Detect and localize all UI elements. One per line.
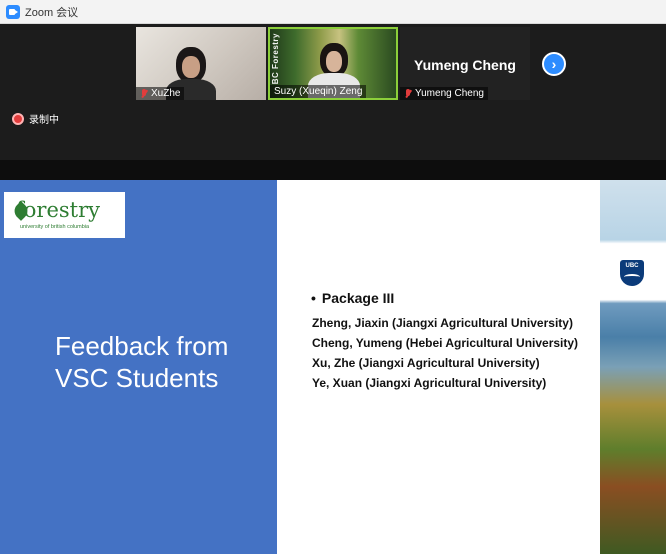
participant-tile-xuzhe[interactable]: XuZhe xyxy=(136,27,266,100)
slide-heading: Feedback from VSC Students xyxy=(55,331,229,393)
bullet-icon: • xyxy=(311,290,316,306)
list-item: Zheng, Jiaxin (Jiangxi Agricultural Univ… xyxy=(312,316,573,330)
virtual-background-text: BC Forestry xyxy=(271,33,280,85)
logo-subtext: university of british columbia xyxy=(20,224,90,230)
forestry-logo: forestry university of british columbia xyxy=(4,192,125,238)
list-item: Cheng, Yumeng (Hebei Agricultural Univer… xyxy=(312,336,579,350)
participant-display-name: Yumeng Cheng xyxy=(414,57,516,73)
chevron-right-icon: › xyxy=(551,56,557,72)
participant-tile-suzy[interactable]: BC Forestry Suzy (Xueqin) Zeng xyxy=(268,27,398,100)
ubc-crest-icon: UBC xyxy=(620,260,644,286)
participant-name-label: XuZhe xyxy=(136,87,185,100)
participant-name-label: Yumeng Cheng xyxy=(400,87,488,100)
slide-content-panel: • Package III Zheng, Jiaxin (Jiangxi Agri… xyxy=(277,180,600,554)
package-title: • Package III xyxy=(311,290,395,306)
participant-name-label: Suzy (Xueqin) Zeng xyxy=(270,85,367,98)
recording-indicator[interactable]: 录制中 xyxy=(12,111,59,126)
slide-left-panel: forestry university of british columbia … xyxy=(0,180,277,554)
window-title: Zoom 会议 xyxy=(25,6,79,19)
strip-divider xyxy=(0,160,666,180)
participant-tile-yumeng[interactable]: Yumeng Cheng Yumeng Cheng xyxy=(400,27,530,100)
record-icon xyxy=(12,112,24,125)
logo-text: forestry xyxy=(16,198,100,222)
list-item: Ye, Xuan (Jiangxi Agricultural Universit… xyxy=(312,376,547,390)
mic-muted-icon xyxy=(404,88,412,99)
recording-label: 录制中 xyxy=(29,115,59,126)
slide-photo-panel: UBC xyxy=(600,180,666,554)
title-bar: Zoom 会议 xyxy=(0,0,666,24)
student-list: Zheng, Jiaxin (Jiangxi Agricultural Univ… xyxy=(312,313,578,393)
list-item: Xu, Zhe (Jiangxi Agricultural University… xyxy=(312,356,540,370)
zoom-logo-icon xyxy=(6,4,20,19)
mic-muted-icon xyxy=(140,88,148,99)
next-participants-button[interactable]: › xyxy=(542,52,566,76)
